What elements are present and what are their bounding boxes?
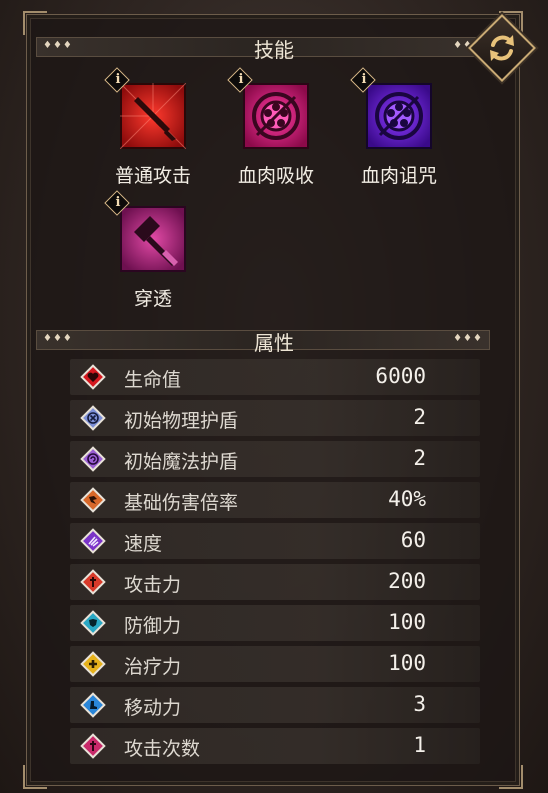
skill-label: 血肉吸收 [237, 165, 314, 187]
skill-label: 普通攻击 [114, 165, 191, 187]
attribute-value: 2 [413, 446, 426, 470]
attribute-label: 速度 [124, 533, 163, 555]
attribute-value: 40% [388, 487, 426, 511]
skill-pierce[interactable]: i 穿透 [103, 190, 203, 311]
physical-shield-icon [80, 405, 106, 431]
move-icon [80, 692, 106, 718]
attribute-value: 1 [413, 733, 426, 757]
attribute-label: 攻击次数 [124, 738, 201, 760]
attribute-label: 生命值 [124, 369, 182, 391]
attribute-label: 初始魔法护盾 [124, 451, 239, 473]
attribute-row-attack: 攻击力 200 [70, 564, 480, 600]
attribute-row-magic-shield: 初始魔法护盾 2 [70, 441, 480, 477]
skills-section-title: 技能 [254, 38, 294, 62]
attribute-label: 防御力 [124, 615, 182, 637]
attribute-value: 200 [388, 569, 426, 593]
speed-icon [80, 528, 106, 554]
skill-flesh-curse[interactable]: i 血肉诅咒 [349, 67, 449, 188]
hammer-icon[interactable]: i [104, 190, 186, 272]
magic-shield-icon [80, 446, 106, 472]
attribute-value: 6000 [375, 364, 426, 388]
attribute-value: 2 [413, 405, 426, 429]
attribute-value: 100 [388, 651, 426, 675]
attribute-row-heal: 治疗力 100 [70, 646, 480, 682]
attribute-label: 攻击力 [124, 574, 182, 596]
flesh-absorb-icon[interactable]: i [227, 67, 309, 149]
skill-flesh-absorb[interactable]: i 血肉吸收 [226, 67, 326, 188]
attribute-row-hp: 生命值 6000 [70, 359, 480, 395]
frame-corner [23, 765, 47, 789]
flesh-curse-icon[interactable]: i [350, 67, 432, 149]
attribute-label: 移动力 [124, 697, 182, 719]
attack-count-icon [80, 733, 106, 759]
heal-icon [80, 651, 106, 677]
defense-icon [80, 610, 106, 636]
swap-arrows-icon[interactable] [478, 24, 526, 72]
attribute-row-damage-rate: 基础伤害倍率 40% [70, 482, 480, 518]
skill-label: 血肉诅咒 [360, 165, 437, 187]
attack-icon [80, 569, 106, 595]
attribute-row-move: 移动力 3 [70, 687, 480, 723]
skill-basic-attack[interactable]: i 普通攻击 [103, 67, 203, 188]
attribute-row-attack-count: 攻击次数 1 [70, 728, 480, 764]
frame-corner [23, 11, 47, 35]
info-icon[interactable]: i [109, 194, 127, 212]
info-icon[interactable]: i [109, 71, 127, 89]
skill-label: 穿透 [133, 288, 172, 310]
heart-icon [80, 364, 106, 390]
sword-icon[interactable]: i [104, 67, 187, 150]
attribute-row-defense: 防御力 100 [70, 605, 480, 641]
frame-corner [499, 765, 523, 789]
info-icon[interactable]: i [232, 71, 250, 89]
attributes-section-title: 属性 [254, 331, 294, 355]
info-icon[interactable]: i [355, 71, 373, 89]
attribute-label: 基础伤害倍率 [124, 492, 239, 514]
attribute-row-physical-shield: 初始物理护盾 2 [70, 400, 480, 436]
damage-rate-icon [80, 487, 106, 513]
attribute-label: 治疗力 [124, 656, 182, 678]
attribute-row-speed: 速度 60 [70, 523, 480, 559]
attribute-value: 100 [388, 610, 426, 634]
attribute-label: 初始物理护盾 [124, 410, 239, 432]
attribute-value: 3 [413, 692, 426, 716]
attribute-value: 60 [400, 528, 426, 552]
